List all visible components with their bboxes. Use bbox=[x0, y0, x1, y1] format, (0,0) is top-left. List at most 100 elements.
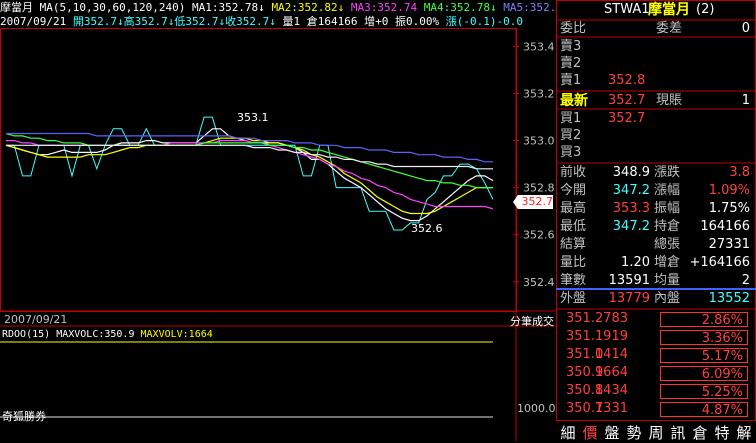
pv-volume: 1331 bbox=[594, 401, 628, 416]
stat-value-2: +164166 bbox=[689, 255, 750, 270]
inner-value: 13552 bbox=[708, 291, 750, 306]
y-tick-label: 352.4 bbox=[523, 276, 555, 289]
pv-volume: 1414 bbox=[594, 347, 628, 362]
quote-num: (2) bbox=[696, 2, 715, 17]
last-label: 最新 bbox=[560, 93, 588, 109]
price-chart[interactable]: 353.4 353.2 353.0 352.8 352.6 352.4 bbox=[0, 0, 556, 441]
chart-frame bbox=[0, 28, 556, 441]
pv-percent: 5.25% bbox=[660, 384, 748, 400]
buy3-row: 買3 bbox=[556, 145, 756, 161]
stat-value: 353.3 bbox=[612, 201, 650, 216]
price-volume-row: 350.9 1664 6.09% bbox=[556, 365, 756, 383]
buy2-label: 買2 bbox=[560, 128, 582, 143]
stat-row: 結算 總張 27331 bbox=[556, 237, 756, 253]
pv-volume: 1664 bbox=[594, 365, 628, 380]
pv-percent: 5.17% bbox=[660, 348, 748, 364]
sell1-price: 352.8 bbox=[608, 73, 646, 88]
stat-row: 筆數 13591 均量 2 bbox=[556, 273, 756, 289]
stat-value: 348.9 bbox=[612, 165, 650, 180]
stat-value-2: 164166 bbox=[700, 219, 750, 234]
stat-value-2: 3.8 bbox=[729, 165, 750, 180]
tab-4[interactable]: 周 bbox=[645, 422, 667, 443]
buy1-row: 買1 352.7 bbox=[556, 111, 756, 127]
stat-row: 前收 348.9 漲跌 3.8 bbox=[556, 165, 756, 181]
quote-panel: STWA1 摩當月 (2) 委比 委差 0 賣3 賣2 賣1 352.8 最新 … bbox=[556, 0, 756, 443]
y-tick-label: 353.0 bbox=[523, 135, 555, 148]
stat-value-2: 1.09% bbox=[708, 183, 750, 198]
stat-label: 筆數 bbox=[560, 273, 587, 288]
tab-2[interactable]: 盤 bbox=[601, 422, 623, 443]
sell3-label: 賣3 bbox=[560, 39, 582, 54]
outer-inner-row: 外盤 13779 內盤 13552 bbox=[556, 291, 756, 308]
volume-y-tick: 1000.0 bbox=[517, 402, 556, 415]
stat-label-2: 持倉 bbox=[654, 219, 681, 234]
last-row: 最新 352.7 現賬 1 bbox=[556, 93, 756, 109]
sell3-row: 賣3 bbox=[556, 39, 756, 55]
stat-label-2: 漲幅 bbox=[654, 183, 681, 198]
stat-value: 13591 bbox=[608, 273, 650, 288]
quote-name: 摩當月 bbox=[648, 2, 690, 18]
buy1-price: 352.7 bbox=[608, 111, 646, 126]
weicha-value: 0 bbox=[741, 21, 750, 36]
sell2-row: 賣2 bbox=[556, 56, 756, 72]
bottom-date: 2007/09/21 bbox=[4, 313, 68, 326]
pv-price: 351.2 bbox=[566, 311, 604, 326]
stat-label: 結算 bbox=[560, 237, 587, 252]
current-price-tag: 352.7 bbox=[513, 195, 553, 209]
maxvolv-value: MAXVOLV:1664 bbox=[140, 329, 213, 340]
stat-label: 最低 bbox=[560, 219, 587, 234]
pv-percent: 3.36% bbox=[660, 330, 748, 346]
pv-volume: 919 bbox=[603, 329, 628, 344]
tab-1[interactable]: 價 bbox=[579, 422, 601, 443]
pv-volume: 1434 bbox=[594, 383, 628, 398]
pv-percent: 6.09% bbox=[660, 366, 748, 382]
stat-label-2: 總張 bbox=[654, 237, 681, 252]
data-source-label: 奇狐勝券 bbox=[2, 410, 46, 423]
inner-label: 內盤 bbox=[654, 291, 681, 306]
y-tick-label: 353.4 bbox=[523, 40, 555, 53]
stat-label-2: 漲跌 bbox=[654, 165, 681, 180]
stat-row: 最低 347.2 持倉 164166 bbox=[556, 219, 756, 235]
pv-price: 351.1 bbox=[566, 329, 604, 344]
outer-value: 13779 bbox=[608, 291, 650, 306]
stat-label: 最高 bbox=[560, 201, 587, 216]
stat-label: 量比 bbox=[560, 255, 587, 270]
volume-indicator-header: RDOO(15) MAXVOLC:350.9 MAXVOLV:1664 bbox=[2, 328, 213, 341]
pv-percent: 4.87% bbox=[660, 402, 748, 418]
price-volume-row: 350.7 1331 4.87% bbox=[556, 401, 756, 419]
weibi-label: 委比 bbox=[560, 21, 587, 36]
quote-code: STWA1 bbox=[604, 2, 650, 17]
stat-row: 最高 353.3 振幅 1.75% bbox=[556, 201, 756, 217]
price-volume-row: 351.0 1414 5.17% bbox=[556, 347, 756, 365]
outer-label: 外盤 bbox=[560, 291, 587, 306]
tab-5[interactable]: 訊 bbox=[667, 422, 689, 443]
tab-8[interactable]: 解 bbox=[733, 422, 755, 443]
sell1-row: 賣1 352.8 bbox=[556, 73, 756, 89]
now-label: 現賬 bbox=[656, 93, 683, 108]
tab-7[interactable]: 特 bbox=[711, 422, 733, 443]
stat-label-2: 均量 bbox=[654, 273, 681, 288]
last-price: 352.7 bbox=[608, 93, 646, 108]
weicha-label: 委差 bbox=[656, 21, 683, 36]
tab-6[interactable]: 倉 bbox=[689, 422, 711, 443]
tick-trades-label[interactable]: 分筆成交 bbox=[510, 315, 554, 328]
tab-0[interactable]: 細 bbox=[557, 422, 579, 443]
stat-value-2: 1.75% bbox=[708, 201, 750, 216]
pv-percent: 2.86% bbox=[660, 312, 748, 328]
buy1-label: 買1 bbox=[560, 111, 582, 126]
weibi-row: 委比 委差 0 bbox=[556, 21, 756, 37]
tab-3[interactable]: 勢 bbox=[623, 422, 645, 443]
y-tick-label: 352.8 bbox=[523, 182, 555, 195]
stat-label: 今開 bbox=[560, 183, 587, 198]
chart-panel[interactable]: 摩當月 MA(5,10,30,60,120,240) MA1:352.78↓ M… bbox=[0, 0, 556, 441]
stat-value: 347.2 bbox=[612, 183, 650, 198]
y-axis-ticks: 353.4 353.2 353.0 352.8 352.6 352.4 bbox=[513, 40, 555, 289]
annotation-low: 352.6 bbox=[411, 222, 443, 235]
now-value: 1 bbox=[741, 93, 750, 108]
maxvolc-value: MAXVOLC:350.9 bbox=[56, 329, 135, 340]
pv-volume: 783 bbox=[603, 311, 628, 326]
price-volume-row: 350.8 1434 5.25% bbox=[556, 383, 756, 401]
sell1-label: 賣1 bbox=[560, 73, 582, 88]
buy3-label: 買3 bbox=[560, 145, 582, 160]
y-tick-label: 353.2 bbox=[523, 88, 555, 101]
